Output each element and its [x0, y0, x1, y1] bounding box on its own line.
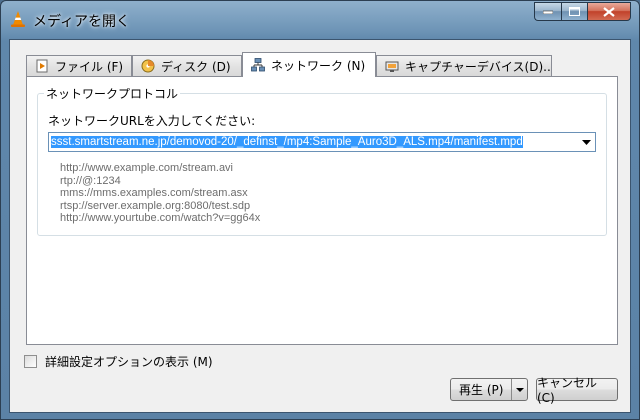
capture-device-icon	[385, 61, 399, 72]
network-tab-panel: ネットワークプロトコル ネットワークURLを入力してください: ssst.sma…	[26, 76, 618, 345]
url-selected-text: ssst.smartstream.ne.jp/demovod-20/_defin…	[51, 136, 523, 148]
advanced-options-checkbox[interactable]	[24, 355, 37, 368]
cancel-button[interactable]: キャンセル (C)	[536, 376, 618, 405]
example-url: rtp://@:1234	[60, 174, 121, 187]
example-url: http://www.example.com/stream.avi	[60, 162, 234, 174]
tab-disc-label: ディスク (D)	[161, 59, 231, 74]
tab-file-label: ファイル (F)	[55, 59, 124, 74]
url-examples: http://www.example.com/stream.avi rtp://…	[60, 162, 260, 225]
tab-capture-device-label: キャプチャーデバイス(D)...	[405, 59, 552, 74]
disc-icon	[141, 59, 155, 73]
window-title: メディアを開く	[33, 14, 131, 30]
open-media-dialog: メディアを開く ファイル (F) ディスク (D) ネットワーク (N) キャプ…	[0, 0, 640, 420]
close-icon	[603, 6, 615, 17]
play-button-label: 再生 (P)	[459, 383, 504, 397]
tab-network-label: ネットワーク (N)	[271, 58, 366, 73]
close-button[interactable]	[587, 2, 631, 21]
example-url: mms://mms.examples.com/stream.asx	[60, 187, 248, 199]
advanced-options-toggle[interactable]: 詳細設定オプションの表示 (M)	[24, 353, 213, 370]
maximize-button[interactable]	[561, 2, 587, 21]
tab-file[interactable]: ファイル (F)	[26, 55, 132, 76]
play-button[interactable]: 再生 (P)	[450, 378, 528, 401]
url-dropdown-button[interactable]	[577, 133, 595, 151]
url-input[interactable]: ssst.smartstream.ne.jp/demovod-20/_defin…	[51, 135, 573, 149]
example-url: http://www.yourtube.com/watch?v=gg64x	[60, 212, 261, 224]
url-label: ネットワークURLを入力してください:	[48, 114, 256, 128]
group-title: ネットワークプロトコル	[44, 85, 181, 102]
title-bar[interactable]: メディアを開く	[1, 1, 639, 39]
caption-buttons	[534, 2, 631, 22]
dialog-client-area: ファイル (F) ディスク (D) ネットワーク (N) キャプチャーデバイス(…	[9, 39, 631, 413]
play-options-dropdown[interactable]	[511, 379, 527, 400]
maximize-icon	[569, 7, 580, 16]
tab-network[interactable]: ネットワーク (N)	[242, 52, 376, 77]
url-combobox[interactable]: ssst.smartstream.ne.jp/demovod-20/_defin…	[48, 132, 596, 152]
minimize-icon	[543, 10, 553, 14]
chevron-down-icon	[581, 139, 591, 145]
file-play-icon	[36, 59, 48, 73]
vlc-cone-icon	[11, 11, 25, 27]
example-url: rtsp://server.example.org:8080/test.sdp	[60, 199, 251, 212]
minimize-button[interactable]	[534, 2, 561, 21]
advanced-options-label: 詳細設定オプションの表示 (M)	[45, 355, 213, 369]
network-protocol-group: ネットワークプロトコル ネットワークURLを入力してください: ssst.sma…	[37, 85, 607, 236]
chevron-down-icon	[515, 387, 524, 392]
tab-capture-device[interactable]: キャプチャーデバイス(D)...	[376, 55, 552, 76]
tab-disc[interactable]: ディスク (D)	[132, 55, 242, 76]
network-icon	[251, 58, 265, 72]
